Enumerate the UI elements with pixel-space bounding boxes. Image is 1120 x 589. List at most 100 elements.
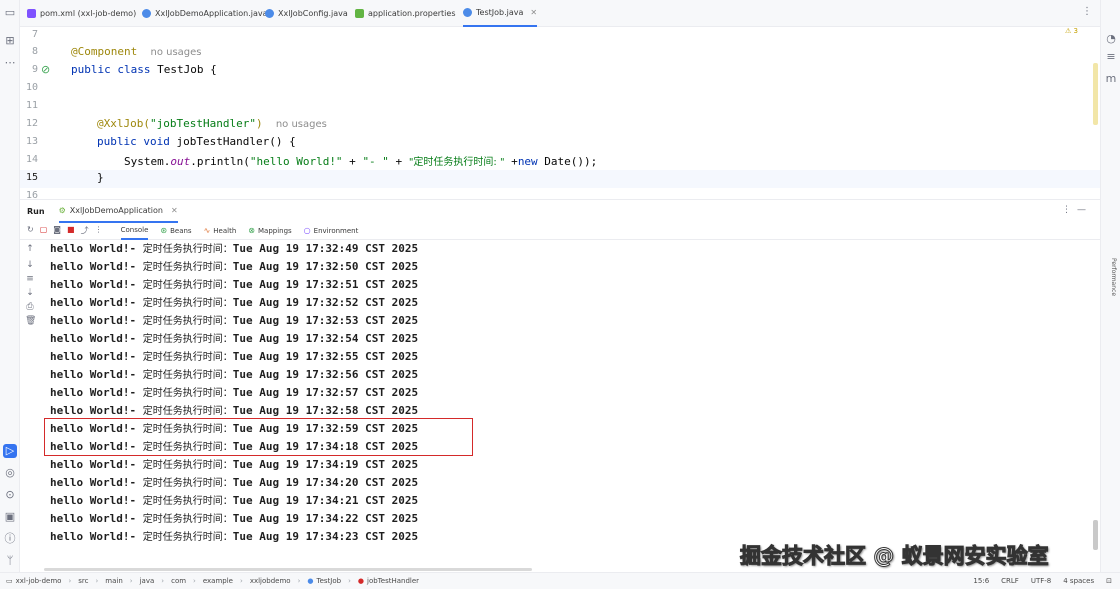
code-text: + bbox=[342, 155, 363, 168]
log-line: hello World!- 定时任务执行时间：Tue Aug 19 17:32:… bbox=[50, 312, 418, 331]
tab-application-properties[interactable]: application.properties bbox=[355, 0, 456, 27]
soft-wrap-icon[interactable]: ≡ bbox=[25, 274, 35, 284]
log-time: Tue Aug 19 17:32:49 CST 2025 bbox=[232, 242, 419, 255]
performance-label[interactable]: Performance bbox=[1110, 258, 1117, 296]
run-icon[interactable]: ▷ bbox=[3, 444, 17, 458]
editor-scrollbar[interactable] bbox=[1093, 63, 1098, 125]
breadcrumb-item[interactable]: main bbox=[105, 577, 123, 585]
caret-position[interactable]: 15:6 bbox=[973, 577, 989, 585]
keyword: new bbox=[517, 155, 538, 168]
annotation: @Component bbox=[71, 45, 138, 58]
camera-icon[interactable]: ◙ bbox=[53, 225, 61, 236]
log-label: 定时任务执行时间： bbox=[142, 478, 233, 489]
code-text: } bbox=[97, 171, 104, 184]
log-time: Tue Aug 19 17:32:54 CST 2025 bbox=[232, 332, 419, 345]
log-time: Tue Aug 19 17:32:50 CST 2025 bbox=[232, 260, 419, 273]
keyword: public class bbox=[71, 63, 151, 76]
tab-health[interactable]: ∿ Health bbox=[204, 222, 237, 240]
more-vertical-icon[interactable]: ⋮ bbox=[1082, 6, 1092, 17]
line-number: 10 bbox=[25, 82, 38, 93]
code-text: TestJob { bbox=[150, 63, 217, 76]
tab-label: pom.xml (xxl-job-demo) bbox=[40, 9, 137, 18]
breadcrumb-item[interactable]: jobTestHandler bbox=[367, 577, 419, 585]
tab-xxljobconfig[interactable]: XxlJobConfig.java bbox=[265, 0, 348, 27]
database-icon[interactable]: ≡ bbox=[1104, 50, 1118, 64]
log-line: hello World!- 定时任务执行时间：Tue Aug 19 17:32:… bbox=[50, 330, 418, 349]
run-panel-header: Run ⚙ XxlJobDemoApplication ✕ ⋮— bbox=[20, 199, 1100, 223]
log-prefix: hello World!- bbox=[50, 494, 143, 507]
code-text: jobTestHandler() { bbox=[169, 135, 296, 148]
tab-testjob[interactable]: TestJob.java ✕ bbox=[463, 0, 538, 27]
file-encoding[interactable]: UTF-8 bbox=[1031, 577, 1051, 585]
log-time: Tue Aug 19 17:32:52 CST 2025 bbox=[232, 296, 419, 309]
run-config-tab[interactable]: ⚙ XxlJobDemoApplication ✕ bbox=[58, 200, 178, 223]
breadcrumb-item[interactable]: TestJob bbox=[317, 577, 342, 585]
indent-setting[interactable]: 4 spaces bbox=[1063, 577, 1094, 585]
log-label: 定时任务执行时间： bbox=[142, 496, 233, 507]
log-label: 定时任务执行时间： bbox=[142, 406, 233, 417]
more-vertical-icon[interactable]: ⋮ bbox=[1062, 205, 1077, 215]
tab-pom-xml[interactable]: pom.xml (xxl-job-demo) bbox=[27, 0, 136, 27]
line-number: 16 bbox=[25, 190, 38, 199]
scroll-up-icon[interactable]: ↑ bbox=[25, 244, 35, 254]
folder-icon[interactable]: ▭ bbox=[3, 6, 17, 20]
terminal-icon[interactable]: ▣ bbox=[3, 510, 17, 524]
watermark: 掘金技术社区 @ 蚁景网安实验室 bbox=[740, 544, 1050, 569]
close-icon[interactable]: ✕ bbox=[530, 8, 537, 17]
close-icon[interactable]: ✕ bbox=[171, 206, 178, 215]
lock-icon[interactable]: ⊡ bbox=[1106, 577, 1112, 585]
print-icon[interactable]: ⎙ bbox=[25, 302, 35, 312]
chevron-right-icon: › bbox=[68, 577, 72, 585]
restore-icon[interactable]: ⤴ bbox=[81, 225, 89, 236]
keyword: public void bbox=[97, 135, 170, 148]
run-title: Run bbox=[27, 206, 45, 216]
breadcrumb-item[interactable]: xxl-job-demo bbox=[16, 577, 62, 585]
notifications-icon[interactable]: ◔ bbox=[1104, 32, 1118, 46]
method-icon: ● bbox=[357, 577, 364, 585]
problems-icon[interactable]: ⓘ bbox=[3, 532, 17, 546]
scroll-down-icon[interactable]: ↓ bbox=[25, 260, 35, 270]
breadcrumb-item[interactable]: xxljobdemo bbox=[250, 577, 291, 585]
breadcrumb-item[interactable]: example bbox=[203, 577, 233, 585]
line-separator[interactable]: CRLF bbox=[1001, 577, 1019, 585]
more-icon[interactable]: ⋯ bbox=[3, 56, 17, 70]
tab-label: XxlJobDemoApplication.java bbox=[155, 9, 268, 18]
log-time: Tue Aug 19 17:32:57 CST 2025 bbox=[232, 386, 419, 399]
code-editor[interactable]: ⚠ 3 7 8 9 10 11 12 13 14 15 16 ⊘ @Compon… bbox=[20, 27, 1100, 199]
structure-icon[interactable]: ⊞ bbox=[3, 34, 17, 48]
tab-xxljobdemoapplication[interactable]: XxlJobDemoApplication.java bbox=[142, 0, 268, 27]
breadcrumb-item[interactable]: src bbox=[78, 577, 88, 585]
scroll-to-end-icon[interactable]: ⇣ bbox=[25, 288, 35, 298]
maven-icon[interactable]: m bbox=[1104, 72, 1118, 86]
spring-bean-icon[interactable]: ⊘ bbox=[41, 63, 50, 76]
console-scrollbar[interactable] bbox=[1093, 520, 1098, 550]
log-prefix: hello World!- bbox=[50, 242, 143, 255]
warning-count[interactable]: ⚠ 3 bbox=[1065, 27, 1078, 35]
log-label: 定时任务执行时间： bbox=[142, 352, 233, 363]
trash-icon[interactable]: 🗑 bbox=[25, 316, 36, 326]
debug-icon[interactable]: ⊙ bbox=[3, 488, 17, 502]
log-prefix: hello World!- bbox=[50, 458, 143, 471]
horizontal-scrollbar[interactable] bbox=[44, 568, 532, 571]
tab-mappings[interactable]: ⊗ Mappings bbox=[248, 222, 291, 240]
tab-environment[interactable]: ○ Environment bbox=[304, 222, 359, 240]
more-icon[interactable]: ⋮ bbox=[95, 225, 103, 236]
line-number: 15 bbox=[25, 172, 38, 183]
project-icon: ▭ bbox=[6, 577, 13, 585]
tab-console[interactable]: Console bbox=[120, 222, 149, 240]
breadcrumb-item[interactable]: com bbox=[171, 577, 186, 585]
minimize-icon[interactable]: — bbox=[1077, 205, 1092, 215]
stop-icon[interactable]: ▢ bbox=[40, 225, 48, 236]
properties-icon bbox=[355, 9, 364, 18]
services-icon[interactable]: ◎ bbox=[3, 466, 17, 480]
log-line: hello World!- 定时任务执行时间：Tue Aug 19 17:32:… bbox=[50, 366, 418, 385]
git-icon[interactable]: ᛘ bbox=[3, 554, 17, 568]
log-prefix: hello World!- bbox=[50, 530, 143, 543]
tab-beans[interactable]: ⊛ Beans bbox=[160, 222, 191, 240]
left-tool-strip: ▭ ⊞ ⋯ ▷ ◎ ⊙ ▣ ⓘ ᛘ bbox=[0, 0, 20, 589]
breadcrumb-item[interactable]: java bbox=[140, 577, 155, 585]
stop-all-icon[interactable]: ■ bbox=[67, 225, 75, 236]
beans-icon: ⊛ bbox=[160, 226, 168, 235]
rerun-icon[interactable]: ↻ bbox=[27, 225, 34, 236]
console-output[interactable]: hello World!- 定时任务执行时间： Tue Aug 19 17:32:… bbox=[40, 240, 1090, 570]
